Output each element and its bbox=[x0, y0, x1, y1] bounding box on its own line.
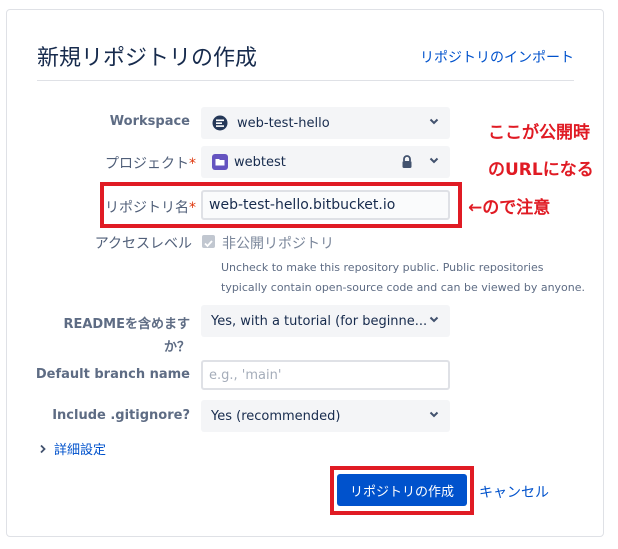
workspace-icon bbox=[212, 115, 228, 131]
workspace-select[interactable]: web-test-hello bbox=[201, 107, 450, 139]
gitignore-label: Include .gitignore? bbox=[52, 408, 190, 423]
workspace-label: Workspace bbox=[109, 114, 190, 129]
access-help-line2: typically contain open-source code and c… bbox=[221, 281, 586, 294]
cancel-link[interactable]: キャンセル bbox=[479, 482, 549, 502]
default-branch-label: Default branch name bbox=[35, 367, 190, 382]
checkmark-icon bbox=[204, 240, 213, 248]
repository-name-highlight bbox=[100, 182, 462, 228]
import-repository-link[interactable]: リポジトリのインポート bbox=[420, 47, 574, 67]
folder-icon bbox=[212, 154, 228, 170]
readme-value: Yes, with a tutorial (for beginne... bbox=[211, 313, 428, 329]
default-branch-input[interactable] bbox=[201, 360, 450, 390]
workspace-value: web-test-hello bbox=[237, 115, 330, 131]
annotation-line1: ここが公開時 bbox=[488, 123, 590, 143]
chevron-down-icon bbox=[429, 157, 439, 164]
readme-label: READMEを含めます か？ bbox=[63, 317, 190, 355]
gitignore-select[interactable]: Yes (recommended) bbox=[201, 400, 450, 432]
private-checkbox[interactable] bbox=[202, 235, 215, 248]
project-select[interactable]: webtest bbox=[201, 146, 450, 178]
access-help-line1: Uncheck to make this repository public. … bbox=[221, 261, 544, 274]
title-divider bbox=[37, 80, 574, 81]
create-button-highlight bbox=[330, 466, 474, 515]
lock-icon bbox=[402, 155, 412, 168]
chevron-down-icon bbox=[429, 411, 439, 418]
gitignore-value: Yes (recommended) bbox=[211, 408, 341, 424]
private-checkbox-label: 非公開リポジトリ bbox=[222, 236, 334, 252]
project-label: プロジェクト* bbox=[105, 156, 196, 172]
annotation-line2: のURLになる bbox=[488, 160, 594, 180]
page-title: 新規リポジトリの作成 bbox=[37, 46, 258, 71]
chevron-down-icon bbox=[429, 118, 439, 125]
advanced-settings-toggle[interactable]: 詳細設定 bbox=[38, 439, 106, 458]
annotation-line3: ←ので注意 bbox=[468, 198, 551, 218]
chevron-down-icon bbox=[429, 316, 439, 323]
access-level-label: アクセスレベル bbox=[94, 236, 192, 252]
project-value: webtest bbox=[234, 154, 286, 170]
advanced-settings-label: 詳細設定 bbox=[54, 443, 107, 458]
chevron-right-icon bbox=[40, 444, 46, 454]
readme-select[interactable]: Yes, with a tutorial (for beginne... bbox=[201, 305, 450, 337]
